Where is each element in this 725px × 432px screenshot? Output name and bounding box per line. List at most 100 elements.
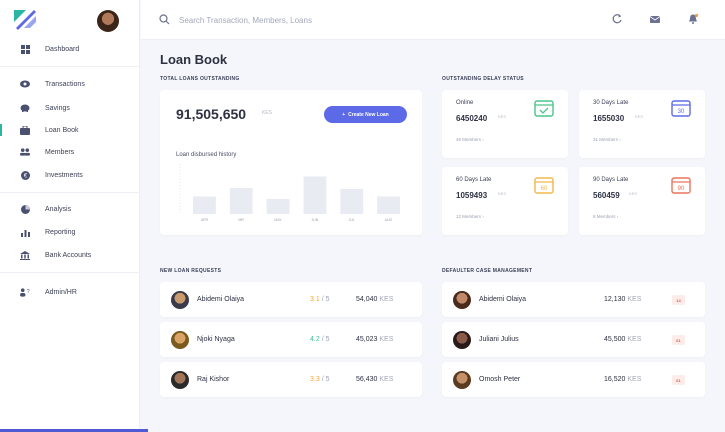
list-item[interactable]: Abidemi Olaiya 12,130 KES 14 xyxy=(442,282,705,317)
delay-value: 1655030 xyxy=(593,114,625,123)
sidebar-item-label: Reporting xyxy=(45,228,76,236)
delay-card-60[interactable]: 60 Days Late 1059493 KES 12 Members › 60 xyxy=(442,167,568,235)
coin-icon: € xyxy=(20,170,30,180)
loan-amount: 54,040 KES xyxy=(356,296,394,303)
avatar xyxy=(453,371,471,389)
loan-amount: 45,500 KES xyxy=(604,336,642,343)
sidebar-item-analysis[interactable]: Analysis xyxy=(0,200,140,218)
mail-icon[interactable] xyxy=(649,13,661,25)
sidebar-item-dashboard[interactable]: Dashboard xyxy=(0,40,140,58)
credit-score: 4.2 / 5 xyxy=(310,336,330,343)
currency-label: KES xyxy=(498,191,507,196)
svg-text:60: 60 xyxy=(541,186,548,192)
create-loan-button[interactable]: + Create New Loan xyxy=(324,106,407,123)
sidebar-item-loan-book[interactable]: Loan Book xyxy=(0,121,140,139)
chart-bar xyxy=(192,196,216,214)
delay-card-90[interactable]: 90 Days Late 560459 KES 8 Members › 90 xyxy=(579,167,705,235)
svg-text:90: 90 xyxy=(678,186,685,192)
avatar[interactable] xyxy=(97,10,119,32)
avatar xyxy=(453,331,471,349)
divider xyxy=(0,66,140,67)
sidebar-item-savings[interactable]: Savings xyxy=(0,99,140,117)
chart-bar xyxy=(303,176,327,214)
briefcase-icon xyxy=(20,125,30,135)
members-link[interactable]: 12 Members › xyxy=(456,214,484,219)
sidebar-item-label: Dashboard xyxy=(45,45,80,53)
loan-amount: 16,520 KES xyxy=(604,376,642,383)
delay-title: Online xyxy=(456,100,474,106)
topbar xyxy=(141,0,725,40)
refresh-icon[interactable] xyxy=(611,13,623,25)
members-link[interactable]: 8 Members › xyxy=(593,214,618,219)
bank-icon xyxy=(20,250,30,260)
sidebar-item-reporting[interactable]: Reporting xyxy=(0,223,140,241)
sidebar: Dashboard Transactions Savings Loan Book… xyxy=(0,0,140,432)
list-item[interactable]: Omosh Peter 16,520 KES 61 xyxy=(442,362,705,397)
calendar-icon: 30 xyxy=(671,100,691,117)
members-link[interactable]: 31 Members › xyxy=(593,137,621,142)
member-name: Raj Kishor xyxy=(197,376,230,383)
page-title: Loan Book xyxy=(160,52,228,67)
sidebar-item-label: Members xyxy=(45,148,75,156)
search-input[interactable] xyxy=(179,12,459,28)
users-icon xyxy=(20,147,30,157)
chart-title: Loan disbursed history xyxy=(176,152,237,158)
section-label: OUTSTANDING DELAY STATUS xyxy=(442,76,524,82)
grid-icon xyxy=(20,44,30,54)
pie-icon xyxy=(20,204,30,214)
avatar xyxy=(453,291,471,309)
sidebar-item-label: Analysis xyxy=(45,205,72,213)
plus-icon: + xyxy=(342,111,346,118)
sidebar-item-label: Admin/HR xyxy=(45,288,77,296)
search-icon xyxy=(159,14,170,25)
bell-icon[interactable] xyxy=(687,13,699,25)
currency-label: KES xyxy=(262,110,273,116)
sidebar-item-label: Investments xyxy=(45,171,83,179)
delay-card-30[interactable]: 30 Days Late 1655030 KES 31 Members › 30 xyxy=(579,90,705,158)
delay-value: 560459 xyxy=(593,191,620,200)
member-name: Abidemi Olaiya xyxy=(479,296,527,303)
delay-value: 1059493 xyxy=(456,191,488,200)
status-badge: 61 xyxy=(672,335,685,345)
sidebar-item-label: Transactions xyxy=(45,80,85,88)
total-loans-card: 91,505,650 KES + Create New Loan Loan di… xyxy=(160,90,422,235)
sidebar-item-admin-hr[interactable]: ? Admin/HR xyxy=(0,283,140,301)
currency-label: KES xyxy=(635,114,644,119)
list-item[interactable]: Njoki Nyaga 4.2 / 5 45,023 KES xyxy=(160,322,422,357)
bar-chart-icon xyxy=(20,227,30,237)
member-name: Omosh Peter xyxy=(479,376,521,383)
list-item[interactable]: Raj Kishor 3.3 / 5 56,430 KES xyxy=(160,362,422,397)
sidebar-item-members[interactable]: Members xyxy=(0,143,140,161)
x-tick-label: JUN xyxy=(312,218,319,222)
delay-title: 30 Days Late xyxy=(593,100,629,106)
sidebar-item-investments[interactable]: € Investments xyxy=(0,166,140,184)
divider xyxy=(0,272,140,273)
svg-text:30: 30 xyxy=(678,109,685,115)
calendar-icon: 90 xyxy=(671,177,691,194)
loan-amount: 45,023 KES xyxy=(356,336,394,343)
avatar xyxy=(171,371,189,389)
avatar xyxy=(171,331,189,349)
calendar-check-icon xyxy=(534,100,554,117)
eye-icon xyxy=(20,79,30,89)
divider xyxy=(0,192,140,193)
delay-title: 90 Days Late xyxy=(593,177,629,183)
delay-card-online[interactable]: Online 6450240 KES 45 Members › xyxy=(442,90,568,158)
sidebar-item-label: Bank Accounts xyxy=(45,251,92,259)
sidebar-item-bank-accounts[interactable]: Bank Accounts xyxy=(0,246,140,264)
total-amount: 91,505,650 xyxy=(176,106,247,122)
list-item[interactable]: Abidemi Olaiya 3.1 / 5 54,040 KES xyxy=(160,282,422,317)
calendar-icon: 60 xyxy=(534,177,554,194)
x-tick-label: MR xyxy=(239,218,245,222)
piggy-icon xyxy=(20,103,30,113)
list-item[interactable]: Juliani Julius 45,500 KES 61 xyxy=(442,322,705,357)
member-name: Juliani Julius xyxy=(479,336,519,343)
sidebar-item-transactions[interactable]: Transactions xyxy=(0,75,140,93)
currency-label: KES xyxy=(629,191,638,196)
x-tick-label: AUG xyxy=(385,218,393,222)
members-link[interactable]: 45 Members › xyxy=(456,137,484,142)
create-loan-label: Create New Loan xyxy=(348,111,389,118)
loan-amount: 12,130 KES xyxy=(604,296,642,303)
member-name: Njoki Nyaga xyxy=(197,336,235,343)
chart-bar xyxy=(266,199,290,214)
